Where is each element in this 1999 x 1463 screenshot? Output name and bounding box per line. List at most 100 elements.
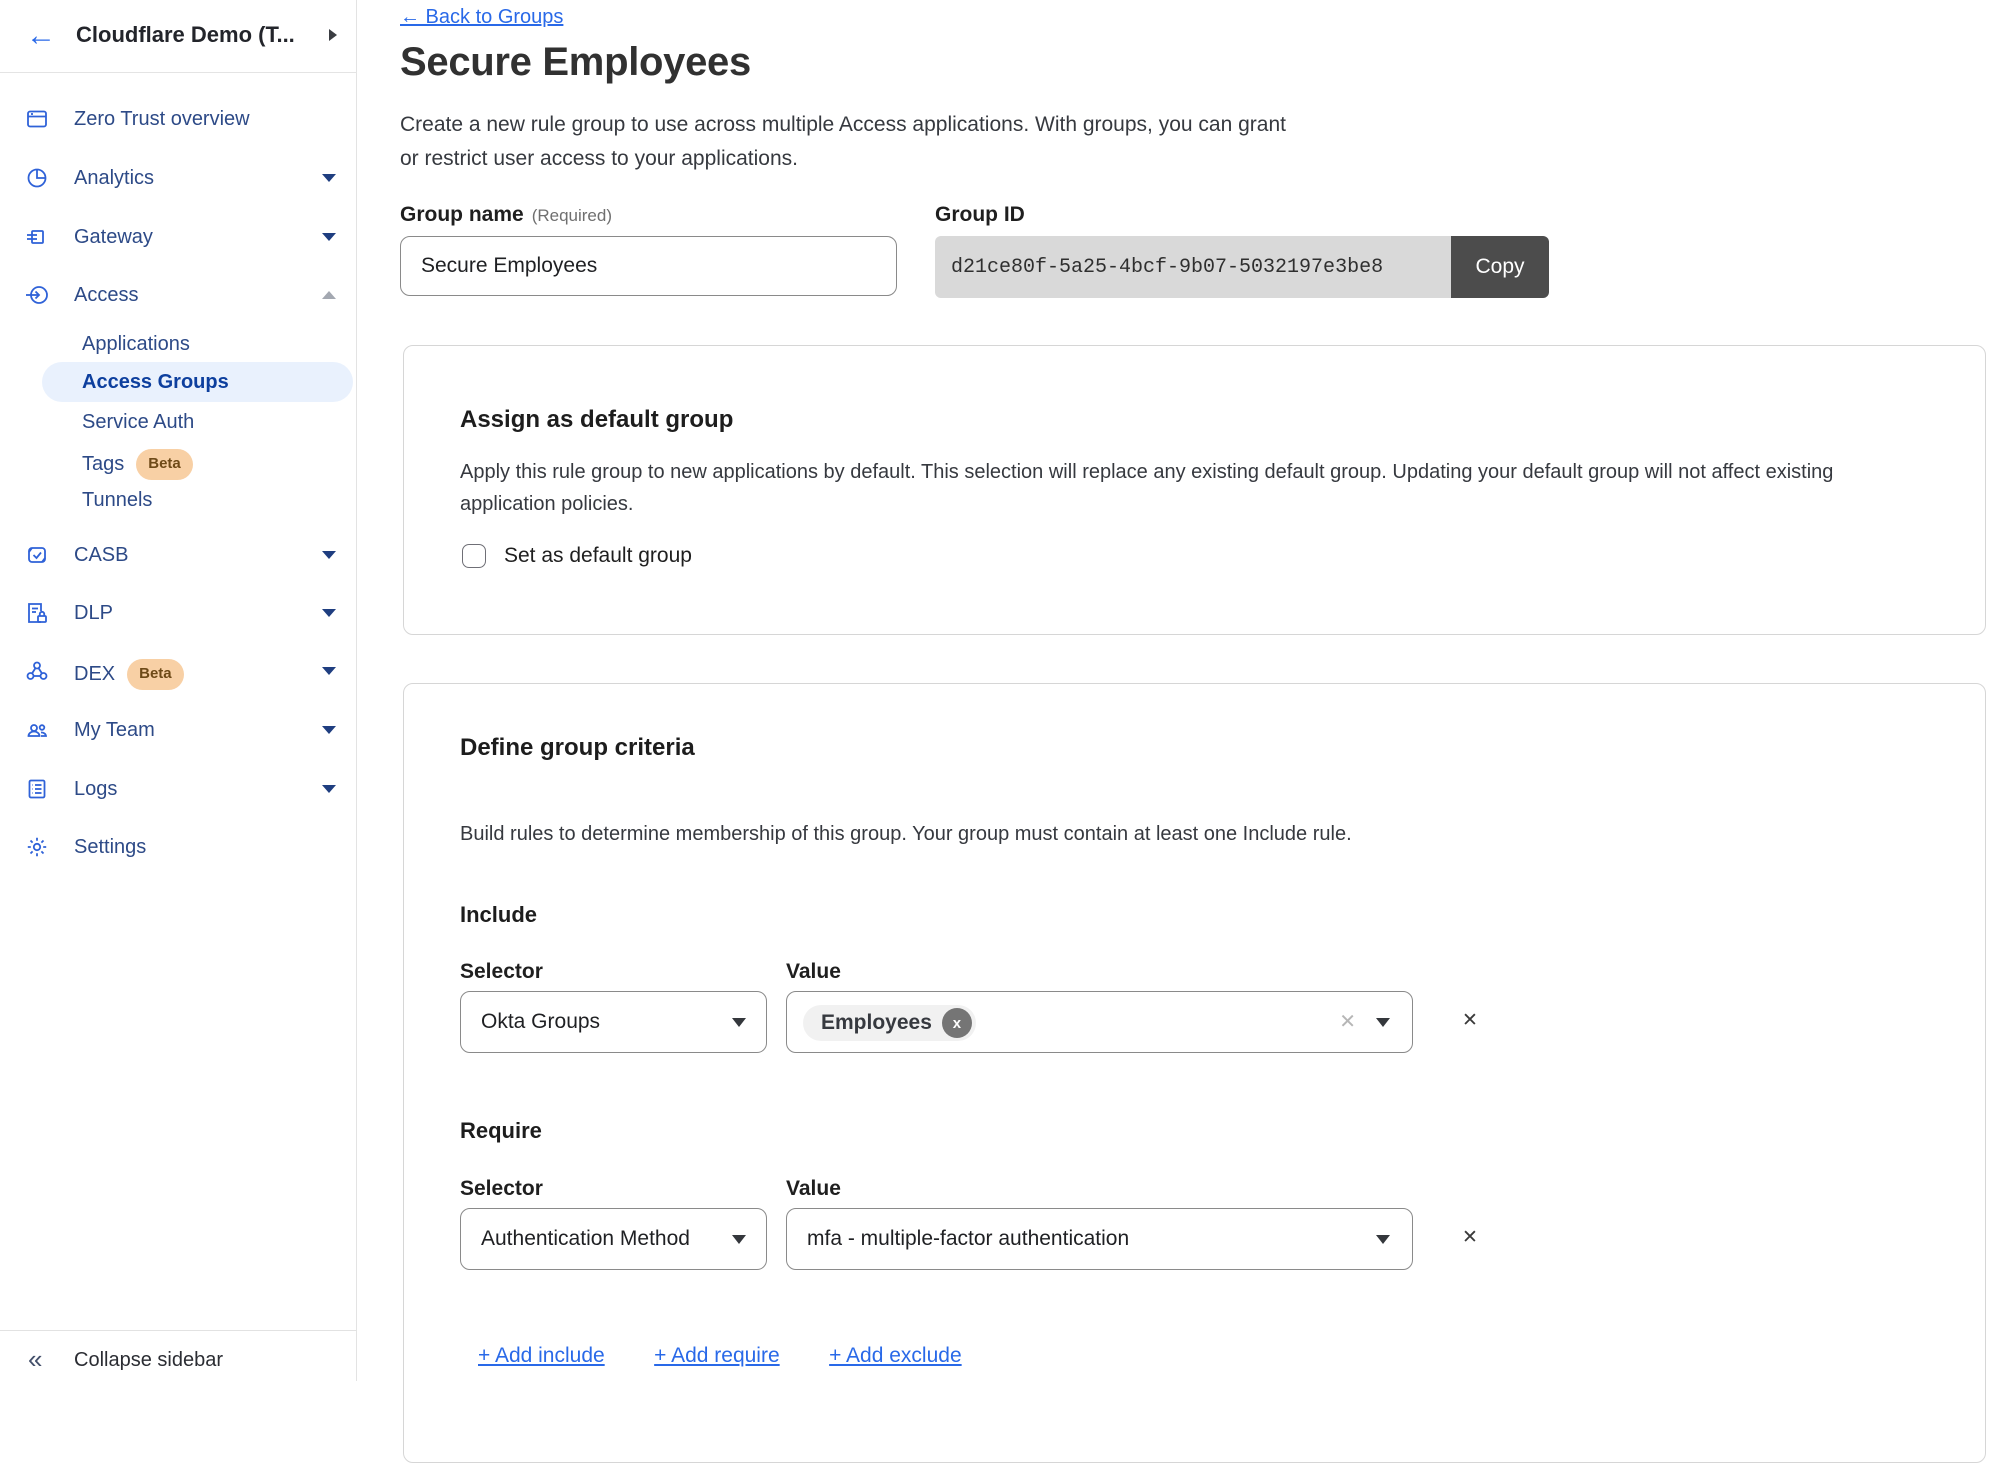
add-require-link[interactable]: + Add require	[654, 1344, 780, 1367]
required-hint: (Required)	[532, 206, 612, 225]
remove-include-rule-button[interactable]: ✕	[1462, 1009, 1478, 1032]
include-value-multiselect[interactable]: Employees x ✕	[786, 991, 1413, 1053]
gear-icon	[25, 835, 49, 859]
chevron-down-icon	[732, 1235, 746, 1244]
chevron-down-icon[interactable]	[322, 726, 336, 734]
back-to-groups-link[interactable]: ← Back to Groups	[400, 6, 563, 29]
require-value-dropdown[interactable]: mfa - multiple-factor authentication	[786, 1208, 1413, 1270]
add-exclude-link[interactable]: + Add exclude	[829, 1344, 962, 1367]
sidebar-item-label: Logs	[74, 777, 117, 801]
sidebar-item-casb[interactable]: CASB	[0, 535, 357, 575]
sidebar-item-label: Service Auth	[82, 410, 194, 434]
group-id-label: Group ID	[935, 203, 1025, 227]
sidebar-item-label: Settings	[74, 835, 146, 859]
sidebar-item-dlp[interactable]: DLP	[0, 593, 357, 633]
sidebar-item-label: Gateway	[74, 225, 153, 249]
team-people-icon	[25, 718, 49, 742]
beta-badge: Beta	[136, 449, 193, 480]
back-arrow-icon[interactable]: ←	[26, 18, 56, 54]
sidebar: ← Cloudflare Demo (T... Zero Trust overv…	[0, 0, 357, 1381]
sidebar-item-gateway[interactable]: Gateway	[0, 217, 357, 257]
require-selector-label: Selector	[460, 1177, 543, 1201]
require-rule-row: Authentication Method mfa - multiple-fac…	[460, 1208, 1520, 1270]
chevron-up-icon[interactable]	[322, 291, 336, 299]
collapse-sidebar-button[interactable]: « Collapse sidebar	[0, 1342, 357, 1381]
require-heading: Require	[460, 1118, 542, 1144]
checkbox-label: Set as default group	[504, 544, 692, 568]
sidebar-item-label: Zero Trust overview	[74, 107, 250, 131]
copy-button[interactable]: Copy	[1451, 236, 1549, 298]
chip-remove-icon[interactable]: x	[942, 1008, 972, 1038]
group-id-value: d21ce80f-5a25-4bcf-9b07-5032197e3be8	[935, 236, 1451, 298]
chevron-down-icon[interactable]	[322, 785, 336, 793]
sidebar-item-applications[interactable]: Applications	[42, 324, 353, 364]
sidebar-item-zero-trust-overview[interactable]: Zero Trust overview	[0, 99, 357, 139]
sidebar-item-settings[interactable]: Settings	[0, 827, 357, 867]
sidebar-item-access[interactable]: Access	[0, 275, 357, 315]
page-title: Secure Employees	[400, 40, 751, 85]
require-value-label: Value	[786, 1177, 841, 1201]
value-chip: Employees x	[803, 1005, 976, 1041]
sidebar-item-dex[interactable]: DEXBeta	[0, 651, 357, 691]
add-include-link[interactable]: + Add include	[478, 1344, 605, 1367]
sidebar-item-label: TagsBeta	[82, 449, 193, 480]
sidebar-item-my-team[interactable]: My Team	[0, 710, 357, 750]
account-name[interactable]: Cloudflare Demo (T...	[76, 22, 295, 48]
document-lock-icon	[25, 601, 49, 625]
sidebar-item-label: DLP	[74, 601, 113, 625]
sidebar-item-label: Access Groups	[82, 370, 229, 394]
logs-list-icon	[25, 777, 49, 801]
sidebar-item-label: CASB	[74, 543, 128, 567]
clear-values-icon[interactable]: ✕	[1339, 1009, 1356, 1034]
include-value-label: Value	[786, 960, 841, 984]
sidebar-footer-divider	[0, 1330, 357, 1331]
sidebar-item-label: DEXBeta	[74, 659, 184, 690]
beta-badge: Beta	[127, 659, 184, 690]
collapse-sidebar-label: Collapse sidebar	[74, 1349, 223, 1372]
set-default-group-checkbox-row[interactable]: Set as default group	[462, 544, 692, 568]
selected-value: Authentication Method	[461, 1227, 690, 1251]
sidebar-item-analytics[interactable]: Analytics	[0, 158, 357, 198]
chevron-down-icon	[1376, 1235, 1390, 1244]
chevron-down-icon	[1376, 1018, 1390, 1027]
gateway-icon	[25, 225, 49, 249]
group-name-input[interactable]	[400, 236, 897, 296]
include-selector-label: Selector	[460, 960, 543, 984]
sidebar-item-tunnels[interactable]: Tunnels	[42, 480, 353, 520]
access-login-icon	[25, 283, 49, 307]
sidebar-item-logs[interactable]: Logs	[0, 769, 357, 809]
sidebar-header: ← Cloudflare Demo (T...	[0, 0, 357, 73]
card-description: Build rules to determine membership of t…	[460, 818, 1352, 850]
group-id-control: d21ce80f-5a25-4bcf-9b07-5032197e3be8 Cop…	[935, 236, 1549, 298]
sidebar-item-service-auth[interactable]: Service Auth	[42, 402, 353, 442]
selected-value: mfa - multiple-factor authentication	[787, 1227, 1129, 1251]
group-name-label: Group name(Required)	[400, 203, 612, 227]
main-content: ← Back to Groups Secure Employees Create…	[357, 0, 1999, 1381]
sidebar-item-tags[interactable]: TagsBeta	[42, 441, 353, 481]
overview-window-icon	[25, 107, 49, 131]
chevron-down-icon[interactable]	[322, 609, 336, 617]
checkbox[interactable]	[462, 544, 486, 568]
page-description: Create a new rule group to use across mu…	[400, 108, 1286, 176]
include-selector-dropdown[interactable]: Okta Groups	[460, 991, 767, 1053]
sidebar-item-label: Access	[74, 283, 138, 307]
chip-label: Employees	[821, 1011, 932, 1035]
sidebar-item-label: My Team	[74, 718, 155, 742]
remove-require-rule-button[interactable]: ✕	[1462, 1226, 1478, 1249]
card-description: Apply this rule group to new application…	[460, 456, 1833, 520]
chevron-down-icon[interactable]	[322, 233, 336, 241]
sidebar-item-label: Tunnels	[82, 488, 152, 512]
sidebar-item-access-groups[interactable]: Access Groups	[42, 362, 353, 402]
include-rule-row: Okta Groups Employees x ✕ ✕	[460, 991, 1520, 1053]
sidebar-item-label: Applications	[82, 332, 190, 356]
define-group-criteria-card: Define group criteria Build rules to det…	[403, 683, 1986, 1463]
caret-right-icon[interactable]	[329, 29, 337, 41]
card-title: Define group criteria	[460, 734, 695, 762]
casb-shield-check-icon	[25, 543, 49, 567]
dex-network-icon	[25, 659, 49, 683]
require-selector-dropdown[interactable]: Authentication Method	[460, 1208, 767, 1270]
chevron-down-icon[interactable]	[322, 174, 336, 182]
chevron-down-icon[interactable]	[322, 667, 336, 675]
chevron-down-icon[interactable]	[322, 551, 336, 559]
chevrons-left-icon: «	[28, 1344, 42, 1375]
